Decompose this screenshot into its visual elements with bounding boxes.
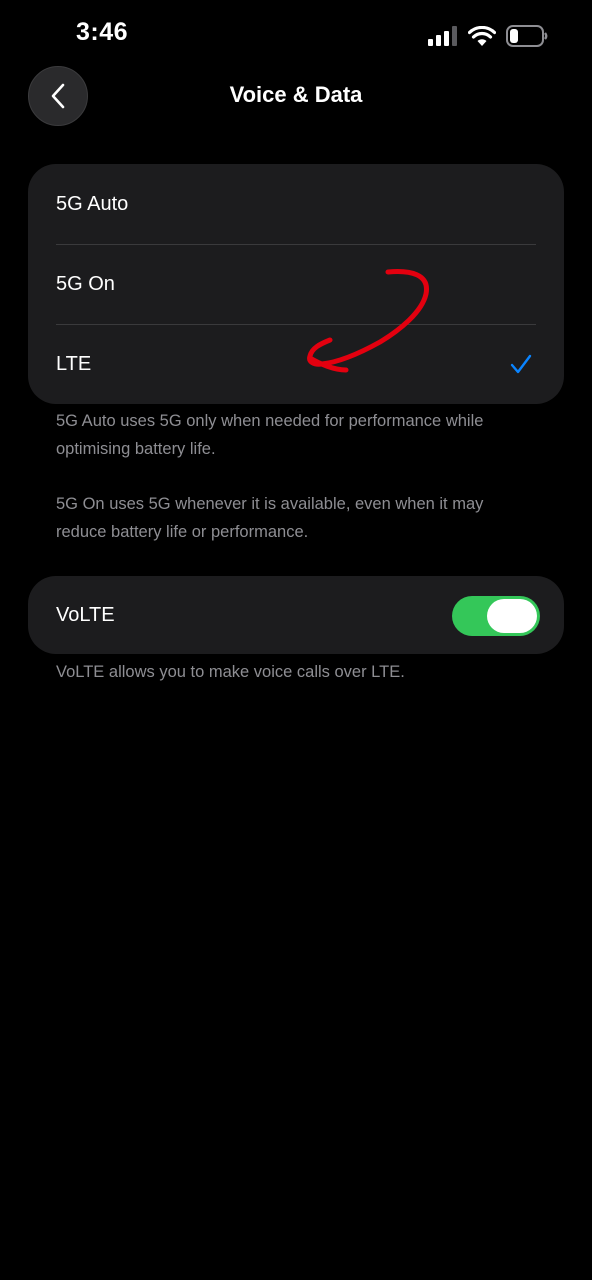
- toggle-knob: [487, 599, 537, 633]
- option-5g-on[interactable]: 5G On: [28, 244, 564, 324]
- battery-icon: [506, 25, 548, 47]
- option-label: 5G Auto: [56, 192, 129, 215]
- footnote-volte: VoLTE allows you to make voice calls ove…: [56, 663, 405, 681]
- volte-toggle[interactable]: [452, 596, 540, 636]
- wifi-icon: [468, 26, 496, 46]
- option-label: 5G On: [56, 272, 115, 295]
- nav-bar: Voice & Data: [0, 66, 592, 128]
- option-label: LTE: [56, 352, 92, 375]
- page-title: Voice & Data: [229, 82, 363, 107]
- footnote-5g-auto: 5G Auto uses 5G only when needed for per…: [56, 412, 484, 458]
- status-time: 3:46: [76, 18, 129, 46]
- volte-label: VoLTE: [56, 603, 115, 626]
- option-5g-auto[interactable]: 5G Auto: [28, 164, 564, 244]
- network-mode-group: 5G Auto 5G On LTE: [28, 164, 564, 404]
- cellular-signal-icon: [428, 26, 457, 46]
- volte-group: VoLTE: [28, 576, 564, 654]
- checkmark-icon: [510, 354, 532, 374]
- footnote-5g-on: 5G On uses 5G whenever it is available, …: [56, 495, 484, 541]
- status-icons: [428, 22, 548, 50]
- option-lte[interactable]: LTE: [28, 324, 564, 404]
- status-bar: 3:46: [0, 0, 592, 70]
